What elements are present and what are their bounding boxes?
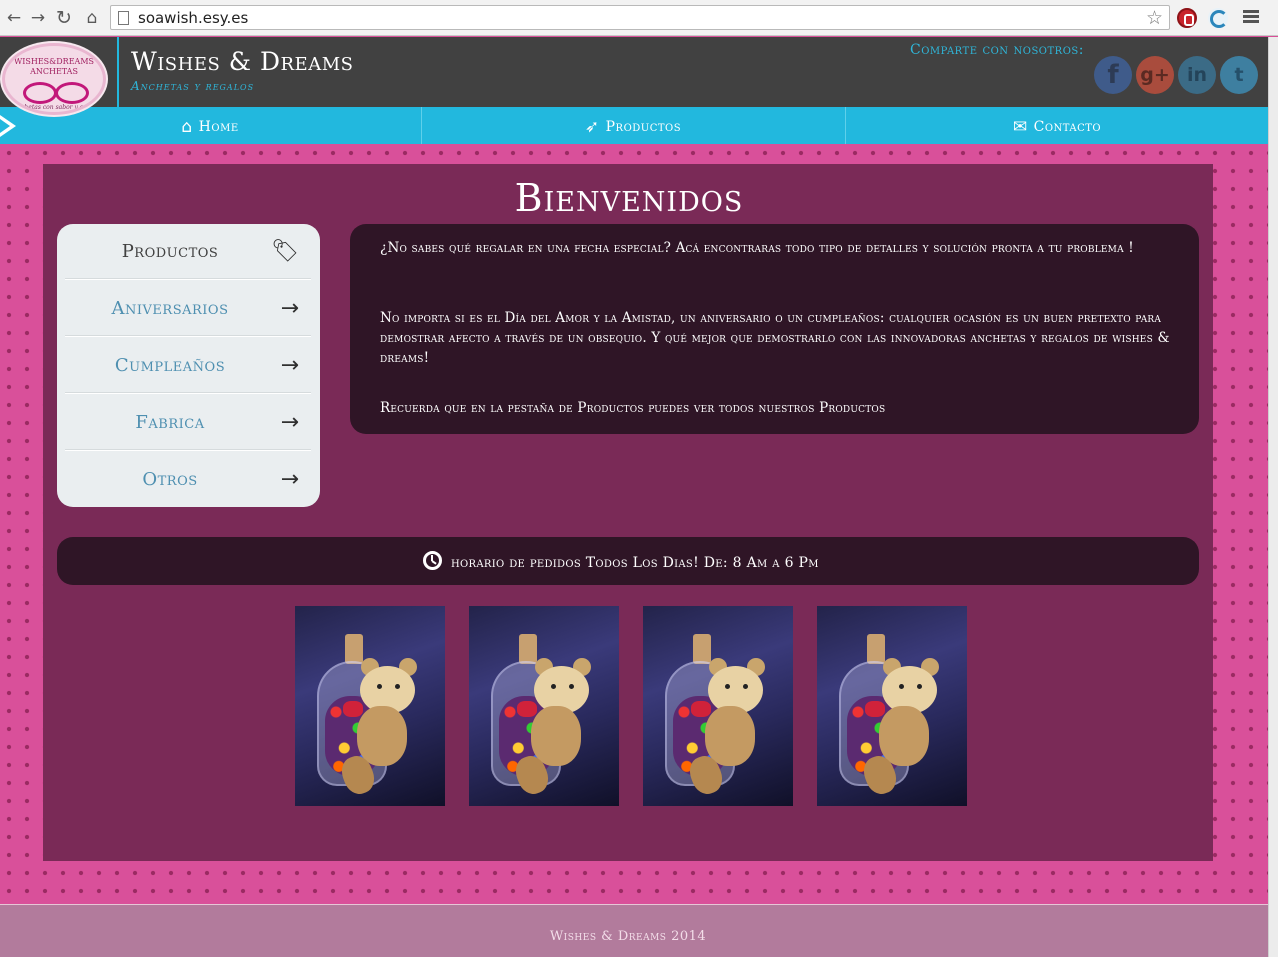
back-arrow-icon[interactable]: ← [4,8,24,28]
sidemenu-divider [65,278,311,280]
welcome-paragraph: Recuerda que en la pestaña de Productos … [380,400,886,416]
clock-icon [423,551,442,570]
envelope-icon: ✉ [1012,117,1028,137]
arrow-right-icon: → [280,410,299,435]
site-logo[interactable]: WISHES&DREAMS ANCHETAS Anchetas con sabo… [2,43,106,115]
address-bar[interactable]: soawish.esy.es ☆ [110,5,1170,30]
sidemenu-label: Cumpleaños [114,355,226,376]
home-icon: ⌂ [181,117,193,137]
sidemenu-aniversarios[interactable]: Aniversarios → [65,283,311,339]
logo-line2: ANCHETAS [30,67,78,76]
sidemenu-divider [65,449,311,451]
share-label: Comparte con nosotros: [910,42,1084,58]
google-plus-icon[interactable]: g+ [1136,56,1174,94]
sidemenu-cumpleanos[interactable]: Cumpleaños → [65,340,311,396]
arrow-right-icon: → [280,296,299,321]
twitter-icon[interactable]: t [1220,56,1258,94]
sidemenu-productos[interactable]: Productos 🏷 [65,226,311,282]
welcome-paragraph: ¿No sabes qué regalar en una fecha espec… [380,240,1134,256]
footer-text: Wishes & Dreams 2014 [549,929,707,944]
page-scrollbar[interactable] [1268,37,1278,957]
site-brand[interactable]: Wishes & Dreams [131,47,353,76]
page-icon [118,11,129,25]
logo-line3: Anchetas con sabor y color [12,104,96,111]
rocket-icon: ➶ [584,117,600,137]
extension-blue-icon[interactable] [1208,8,1228,28]
sidemenu-otros[interactable]: Otros → [65,454,311,510]
welcome-paragraph: No importa si es el Día del Amor y la Am… [380,310,1170,366]
product-photo[interactable] [817,606,967,806]
bookmark-star-icon[interactable]: ☆ [1146,7,1163,29]
arrow-right-icon: → [280,353,299,378]
arrow-right-icon: → [280,467,299,492]
home-icon[interactable]: ⌂ [82,8,102,28]
site-tagline: Anchetas y regalos [131,79,255,93]
sidemenu-divider [65,335,311,337]
sidemenu-divider [65,392,311,394]
product-photo[interactable] [469,606,619,806]
nav-home-label: Home [198,119,239,135]
sidemenu-label: Productos [121,241,219,262]
browser-toolbar: ← → ↻ ⌂ soawish.esy.es ☆ [0,0,1278,36]
linkedin-icon[interactable]: in [1178,56,1216,94]
nav-contacto[interactable]: ✉ Contacto [845,107,1268,144]
schedule-text: horario de pedidos Todos Los Dias! De: 8… [451,555,819,571]
nav-productos[interactable]: ➶ Productos [421,107,844,144]
sidemenu-fabrica[interactable]: Fabrica → [65,397,311,453]
logo-bow-icon [23,80,89,104]
reload-icon[interactable]: ↻ [54,8,74,28]
header-divider [117,37,119,107]
site-footer: Wishes & Dreams 2014 [0,904,1268,957]
tags-icon: 🏷 [271,239,299,264]
browser-menu-icon[interactable] [1243,10,1259,24]
page-title: Bienvenidos [514,176,744,220]
extension-red-icon[interactable] [1177,8,1197,28]
facebook-icon[interactable]: f [1094,56,1132,94]
sidemenu-label: Aniversarios [111,298,229,319]
sidemenu-label: Otros [142,469,198,490]
product-photo[interactable] [643,606,793,806]
nav-contacto-label: Contacto [1033,119,1102,135]
url-text[interactable]: soawish.esy.es [138,9,248,27]
schedule-bar: horario de pedidos Todos Los Dias! De: 8… [57,537,1199,585]
nav-productos-label: Productos [605,119,682,135]
welcome-textbox: ¿No sabes qué regalar en una fecha espec… [350,224,1199,434]
sidemenu-label: Fabrica [135,412,205,433]
product-photo[interactable] [295,606,445,806]
forward-arrow-icon[interactable]: → [28,8,48,28]
logo-line1: WISHES&DREAMS [13,57,94,66]
